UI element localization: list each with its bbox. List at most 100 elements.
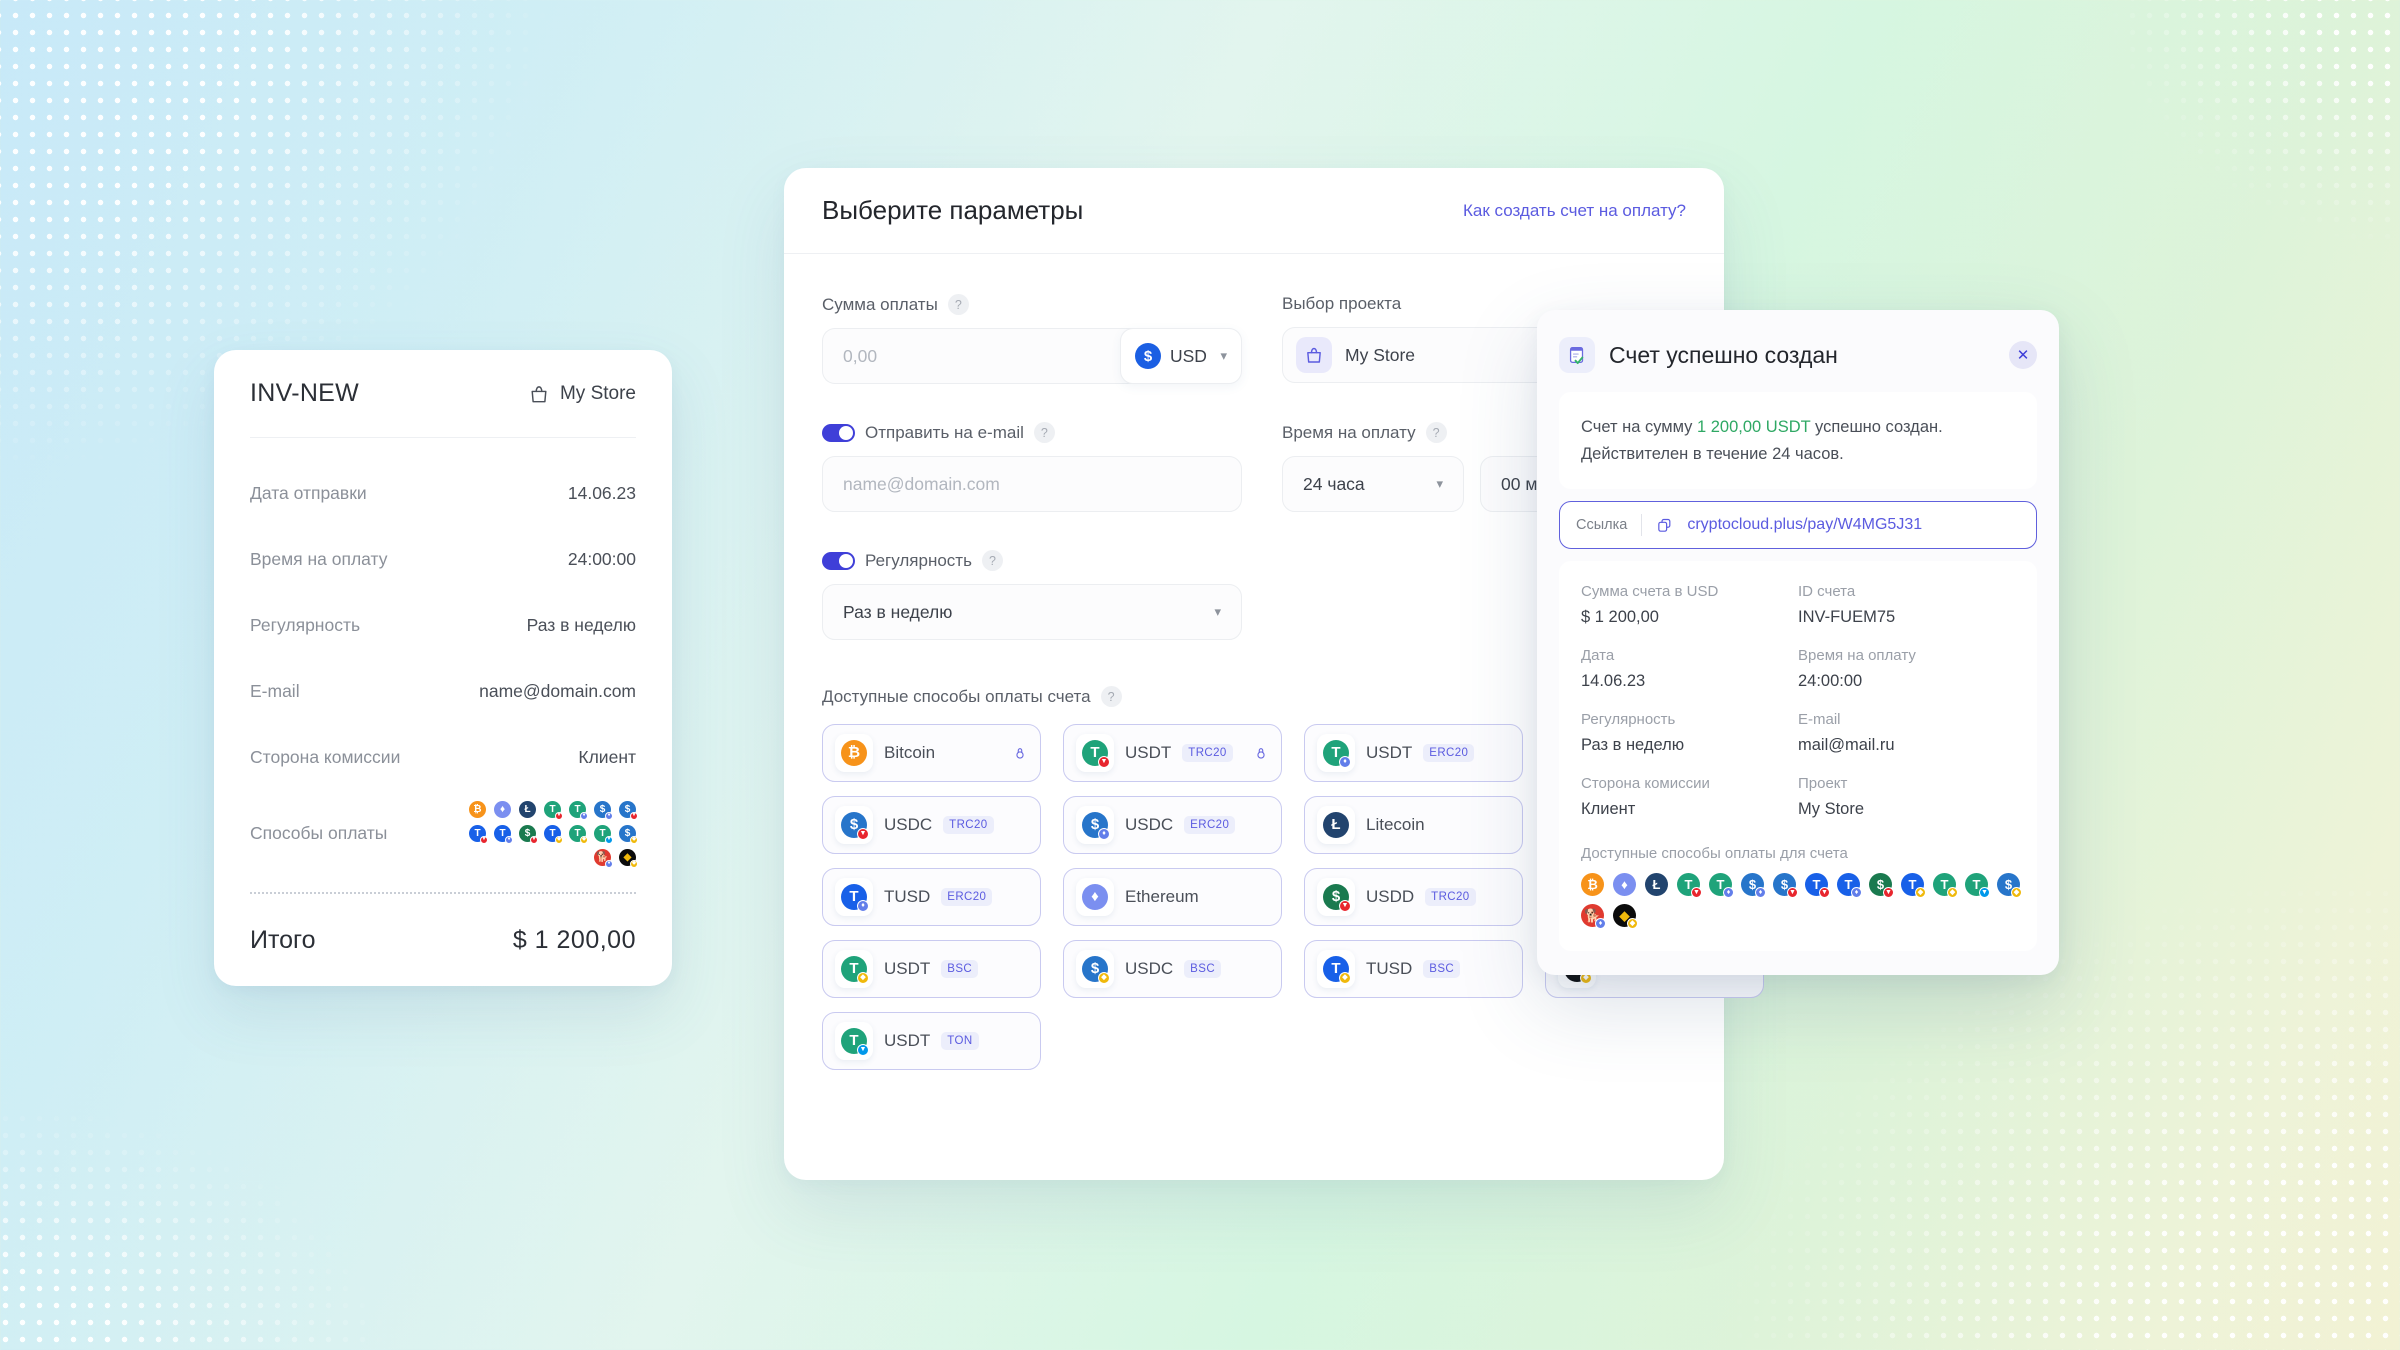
- email-input[interactable]: name@domain.com: [822, 456, 1242, 512]
- invoice-total-row: Итого $ 1 200,00: [250, 894, 636, 986]
- payment-method-card[interactable]: T ◆ USDT BSC: [822, 940, 1041, 998]
- erc20-network-badge-icon: ♦: [1851, 887, 1862, 899]
- question-icon[interactable]: ?: [1425, 422, 1447, 443]
- row-value: 24:00:00: [567, 548, 636, 569]
- row-key: Регулярность: [250, 614, 361, 635]
- bsc-network-badge-icon: ◆: [580, 835, 588, 844]
- modal-details-panel: Сумма счета в USD $ 1 200,00 ID счета IN…: [1559, 561, 2037, 952]
- payment-time-label: Время на оплату: [1282, 422, 1416, 442]
- row-key: Способы оплаты: [250, 822, 388, 843]
- background-dots-bottom-left: [0, 940, 620, 1350]
- trc20-network-badge-icon: ▼: [1787, 887, 1798, 899]
- amount-input[interactable]: 0,00: [822, 328, 1133, 384]
- tusd-erc20-coin-icon: T ♦: [841, 884, 869, 912]
- payment-minutes-value: 00 м: [1501, 473, 1538, 494]
- bsc-network-badge-icon: ◆: [555, 835, 563, 844]
- detail-value: Раз в неделю: [1581, 736, 1685, 755]
- payment-method-name: USDD: [1366, 887, 1415, 906]
- question-icon[interactable]: ?: [1100, 686, 1122, 707]
- payment-method-icon-tile: $ ▼: [1317, 878, 1355, 916]
- payment-method-name: Litecoin: [1366, 815, 1425, 834]
- detail-key: Проект: [1798, 775, 1848, 793]
- invoice-store-name: My Store: [559, 382, 636, 404]
- chevron-down-icon: ▾: [1436, 476, 1443, 491]
- lock-icon[interactable]: [1012, 745, 1028, 761]
- payment-method-card[interactable]: T ◆ TUSD BSC: [1304, 940, 1523, 998]
- regularity-select[interactable]: Раз в неделю ▾: [822, 584, 1242, 640]
- payment-method-card[interactable]: T ▼ USDT TRC20: [1063, 724, 1282, 782]
- tusd-trc20-coin-icon: T▼: [1805, 873, 1830, 899]
- bsc-network-badge-icon: ◆: [857, 972, 869, 984]
- erc20-network-badge-icon: ♦: [1098, 828, 1110, 840]
- copy-icon[interactable]: [1656, 517, 1673, 534]
- question-icon[interactable]: ?: [947, 294, 969, 315]
- payment-method-card[interactable]: T ♦ USDT ERC20: [1304, 724, 1523, 782]
- payment-link-box[interactable]: Ссылка cryptocloud.plus/pay/W4MG5J31: [1559, 501, 2037, 550]
- payment-method-name: TUSD: [884, 887, 931, 906]
- payment-method-card[interactable]: $ ◆ USDC BSC: [1063, 940, 1282, 998]
- page-title: Выберите параметры: [822, 195, 1084, 225]
- trc20-network-badge-icon: ▼: [1098, 756, 1110, 768]
- usdc-trc20-coin-icon: $ ▼: [1773, 873, 1798, 899]
- regularity-label: Регулярность: [865, 550, 972, 570]
- close-icon[interactable]: ✕: [2009, 341, 2037, 369]
- detail-item: Регулярность Раз в неделю: [1581, 711, 1798, 755]
- email-label-row: Отправить на e-mail ?: [822, 422, 1242, 443]
- bsc-network-badge-icon: ◆: [1339, 972, 1351, 984]
- ethereum-coin-icon: ♦: [1613, 873, 1636, 897]
- payment-method-name: USDC: [1125, 815, 1174, 834]
- table-row: Регулярность Раз в неделю: [250, 592, 636, 658]
- ethereum-coin-icon: ♦: [1082, 884, 1108, 910]
- amount-field-group: Сумма оплаты ? 0,00 $ USD ▾: [822, 294, 1242, 384]
- lock-icon[interactable]: [1253, 745, 1269, 761]
- usdd-trc20-coin-icon: $ ▼: [519, 824, 538, 844]
- question-icon[interactable]: ?: [1033, 422, 1055, 443]
- payment-method-name: USDT: [1366, 743, 1413, 762]
- payment-method-network-badge: TRC20: [943, 816, 994, 834]
- payment-method-icon-tile: T ♦: [1317, 734, 1355, 772]
- regularity-toggle[interactable]: [822, 551, 855, 570]
- payment-method-network-badge: BSC: [1423, 960, 1461, 978]
- litecoin-coin-icon: Ł: [519, 800, 536, 818]
- email-field-group: Отправить на e-mail ? name@domain.com: [822, 422, 1242, 512]
- payment-method-card[interactable]: T ♦ TUSD ERC20: [822, 868, 1041, 926]
- payment-method-network-badge: ERC20: [1184, 816, 1236, 834]
- payment-method-card[interactable]: T ▼ USDT TON: [822, 1012, 1041, 1070]
- bag-icon: [1296, 337, 1332, 373]
- payment-link-url[interactable]: cryptocloud.plus/pay/W4MG5J31: [1687, 516, 1922, 534]
- row-key: E-mail: [250, 680, 300, 701]
- usdt-trc20-coin-icon: T ▼: [1082, 740, 1110, 768]
- shib-erc20-coin-icon: 🐕♦: [1581, 904, 1606, 930]
- regularity-field-group: Регулярность ? Раз в неделю ▾: [822, 550, 1242, 640]
- litecoin-coin-icon: Ł: [1323, 812, 1349, 838]
- detail-value: INV-FUEM75: [1798, 608, 1896, 627]
- help-link[interactable]: Как создать счет на оплату?: [1463, 201, 1686, 221]
- payment-hours-select[interactable]: 24 часа ▾: [1282, 456, 1464, 512]
- email-label: Отправить на e-mail: [865, 422, 1024, 442]
- usdc-erc20-coin-icon: $ ♦: [594, 800, 613, 820]
- dollar-icon: $: [1135, 343, 1161, 369]
- trc20-network-badge-icon: ▼: [1339, 900, 1351, 912]
- currency-select[interactable]: $ USD ▾: [1120, 328, 1242, 384]
- payment-method-card[interactable]: Ł Litecoin: [1304, 796, 1523, 854]
- bag-icon: [528, 383, 550, 405]
- ton-network-badge-icon: ▼: [605, 835, 613, 844]
- ethereum-coin-icon: ♦: [494, 800, 511, 818]
- payment-method-card[interactable]: ♦ Ethereum: [1063, 868, 1282, 926]
- link-divider: [1641, 514, 1643, 537]
- payment-method-card[interactable]: ₿ Bitcoin: [822, 724, 1041, 782]
- payment-method-card[interactable]: $ ▼ USDC TRC20: [822, 796, 1041, 854]
- payment-method-icon-tile: Ł: [1317, 806, 1355, 844]
- payment-method-card[interactable]: $ ▼ USDD TRC20: [1304, 868, 1523, 926]
- email-toggle[interactable]: [822, 423, 855, 442]
- tusd-erc20-coin-icon: T ♦: [494, 824, 513, 844]
- usdt-bsc-coin-icon: T ◆: [841, 956, 869, 984]
- question-icon[interactable]: ?: [981, 550, 1003, 571]
- ton-network-badge-icon: ▼: [1979, 887, 1990, 899]
- modal-methods-label: Доступные способы оплаты для счета: [1581, 845, 1848, 863]
- table-row: Сторона комиссии Клиент: [250, 724, 636, 790]
- erc20-network-badge-icon: ♦: [1595, 918, 1606, 930]
- tusd-bsc-coin-icon: T ◆: [1323, 956, 1351, 984]
- invoice-store-chip: My Store: [528, 383, 636, 405]
- payment-method-card[interactable]: $ ♦ USDC ERC20: [1063, 796, 1282, 854]
